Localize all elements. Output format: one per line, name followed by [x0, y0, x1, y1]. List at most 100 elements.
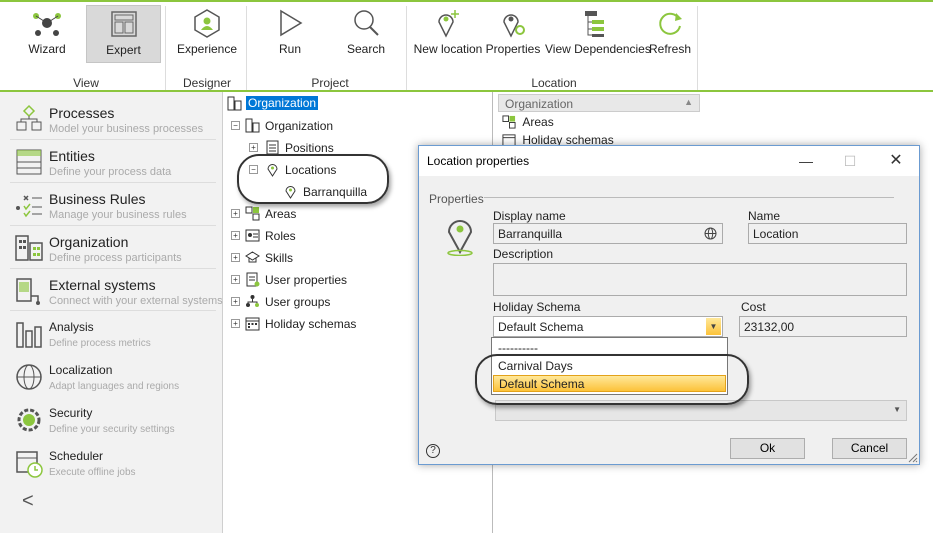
tree-node-label: Positions [285, 141, 334, 155]
nav-divider [10, 225, 216, 226]
ribbon: Wizard Expert Experience Run Search New … [0, 0, 933, 92]
group-label-location: Location [531, 76, 577, 90]
nav-title: Scheduler [49, 449, 104, 463]
cost-value: 23132,00 [744, 320, 795, 334]
highlight-ellipse [475, 354, 749, 405]
sort-asc-icon: ▲ [684, 97, 693, 107]
nav-divider [10, 310, 216, 311]
nav-subtitle: Manage your business rules [49, 209, 187, 221]
refresh-button[interactable]: Refresh [646, 8, 694, 64]
tree-node-roles[interactable]: + Roles [231, 226, 351, 246]
nav-title: External systems [49, 277, 156, 293]
expert-label: Expert [106, 43, 141, 57]
display-name-label: Display name [493, 209, 566, 223]
nav-item-processes[interactable]: Processes Model your business processes [0, 98, 223, 140]
expand-icon[interactable]: + [231, 297, 240, 306]
tree-node-user-properties[interactable]: + User properties [231, 270, 371, 290]
nav-subtitle: Model your business processes [49, 123, 204, 135]
expert-icon [110, 11, 137, 37]
view-dependencies-button[interactable]: View Dependencies [545, 8, 651, 64]
expand-icon[interactable]: + [231, 209, 240, 218]
experience-icon [194, 9, 220, 38]
expand-icon[interactable]: + [249, 143, 258, 152]
expert-button[interactable]: Expert [86, 5, 161, 63]
globe-icon[interactable] [704, 227, 717, 240]
tree-root[interactable]: Organization [227, 94, 347, 114]
collapse-icon[interactable]: − [231, 121, 240, 130]
name-input[interactable]: Location [748, 223, 907, 244]
run-button[interactable]: Run [260, 8, 320, 64]
globe-icon [16, 364, 42, 390]
nav-item-organization[interactable]: Organization Define process participants [0, 227, 223, 269]
nav-subtitle: Adapt languages and regions [49, 381, 180, 392]
nav-item-analysis[interactable]: Analysis Define process metrics [0, 313, 223, 355]
column-header-label: Organization [505, 97, 574, 111]
analysis-icon [16, 322, 42, 348]
description-input[interactable] [493, 263, 907, 296]
external-systems-icon [16, 278, 40, 305]
graduation-cap-icon [245, 251, 260, 263]
tree-node-label: User properties [265, 273, 348, 287]
cost-input[interactable]: 23132,00 [739, 316, 907, 337]
holiday-schema-value: Default Schema [498, 320, 584, 334]
dialog-titlebar: Location properties — ☐ ✕ [419, 146, 919, 176]
areas-icon [502, 115, 516, 129]
holiday-schema-select[interactable]: Default Schema ▼ [493, 316, 723, 337]
properties-label: Properties [485, 42, 541, 56]
entities-icon [16, 149, 42, 175]
calendar-icon [245, 317, 260, 331]
nav-title: Localization [49, 363, 113, 377]
column-header-organization[interactable]: Organization ▲ [498, 94, 700, 112]
wizard-button[interactable]: Wizard [12, 8, 82, 64]
location-properties-dialog: Location properties — ☐ ✕ Properties Dis… [418, 145, 920, 465]
minimize-icon[interactable]: — [789, 150, 823, 172]
ok-button[interactable]: Ok [730, 438, 805, 459]
nav-item-business-rules[interactable]: Business Rules Manage your business rule… [0, 184, 223, 226]
tree-node-holiday-schemas[interactable]: + Holiday schemas [231, 314, 371, 334]
nav-title: Entities [49, 148, 95, 164]
experience-button[interactable]: Experience [176, 8, 238, 64]
tree-node-organization[interactable]: − Organization [231, 116, 371, 136]
expand-icon[interactable]: + [231, 319, 240, 328]
nav-item-scheduler[interactable]: Scheduler Execute offline jobs [0, 442, 223, 484]
organization-icon [15, 235, 43, 261]
expand-icon[interactable]: + [231, 253, 240, 262]
nav-title: Business Rules [49, 191, 146, 207]
list-item[interactable]: Areas [502, 114, 554, 132]
new-location-label: New location [413, 42, 483, 56]
dropdown-arrow-icon: ▼ [893, 405, 901, 414]
user-properties-icon [246, 272, 260, 287]
group-divider [165, 6, 166, 90]
help-icon[interactable]: ? [426, 444, 440, 458]
organization-icon [245, 118, 260, 133]
section-divider [484, 197, 894, 198]
nav-subtitle: Define process metrics [49, 338, 151, 349]
properties-button[interactable]: Properties [485, 8, 541, 64]
expand-icon[interactable]: + [231, 275, 240, 284]
expand-icon[interactable]: + [231, 231, 240, 240]
dialog-title: Location properties [427, 154, 530, 168]
dropdown-arrow-icon[interactable]: ▼ [706, 318, 721, 335]
nav-item-localization[interactable]: Localization Adapt languages and regions [0, 356, 223, 398]
refresh-icon [659, 12, 682, 35]
security-gear-icon [17, 408, 41, 432]
collapse-nav-button[interactable]: < [22, 490, 34, 513]
nav-item-security[interactable]: Security Define your security settings [0, 399, 223, 441]
search-button[interactable]: Search [336, 8, 396, 64]
group-divider [406, 6, 407, 90]
resize-grip-icon[interactable] [906, 451, 918, 463]
nav-item-entities[interactable]: Entities Define your process data [0, 141, 223, 183]
nav-item-external-systems[interactable]: External systems Connect with your exter… [0, 270, 223, 312]
display-name-input[interactable]: Barranquilla [493, 223, 723, 244]
cancel-button[interactable]: Cancel [832, 438, 907, 459]
run-icon [280, 9, 303, 37]
refresh-label: Refresh [648, 42, 692, 56]
tree-node-skills[interactable]: + Skills [231, 248, 351, 268]
properties-icon [503, 14, 525, 38]
new-location-button[interactable]: New location [413, 8, 483, 64]
tree-node-user-groups[interactable]: + User groups [231, 292, 371, 312]
close-icon[interactable]: ✕ [879, 150, 913, 172]
search-label: Search [346, 42, 386, 56]
left-navigation: Processes Model your business processes … [0, 92, 223, 533]
tree-node-areas[interactable]: + Areas [231, 204, 351, 224]
